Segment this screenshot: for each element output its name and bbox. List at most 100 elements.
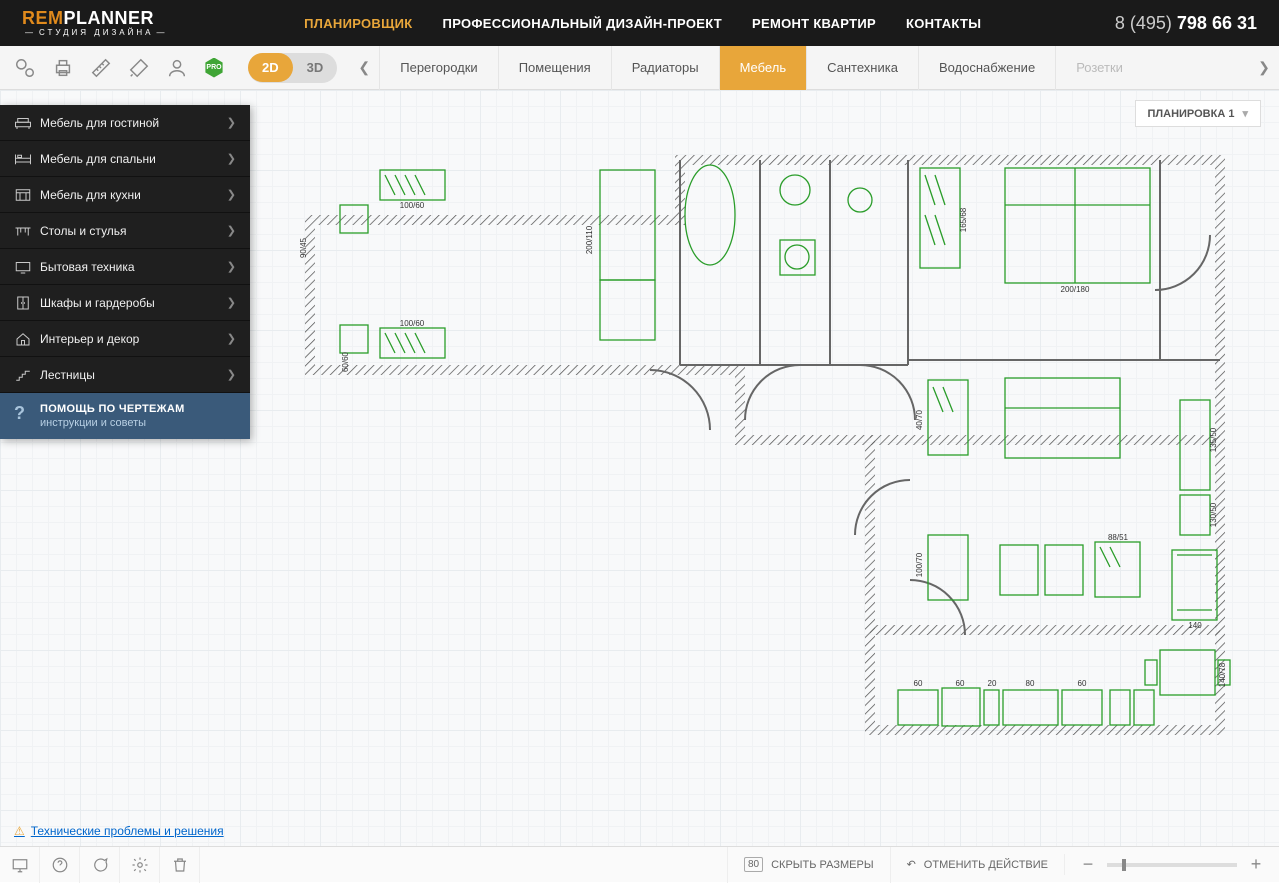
sidebar-item-bedroom[interactable]: Мебель для спальни ❯ (0, 141, 250, 177)
undo-label: ОТМЕНИТЬ ДЕЙСТВИЕ (924, 859, 1048, 871)
svg-text:40/70: 40/70 (915, 409, 924, 430)
nav-renovation[interactable]: РЕМОНТ КВАРТИР (752, 16, 876, 31)
chevron-right-icon: ❯ (227, 368, 236, 381)
help-subtitle: инструкции и советы (40, 417, 185, 429)
chat-icon[interactable] (80, 847, 120, 883)
main-nav: ПЛАНИРОВЩИК ПРОФЕССИОНАЛЬНЫЙ ДИЗАЙН-ПРОЕ… (304, 16, 981, 31)
sidebar-item-stairs[interactable]: Лестницы ❯ (0, 357, 250, 393)
toggle-dimensions-button[interactable]: 80 СКРЫТЬ РАЗМЕРЫ (727, 847, 890, 883)
bed-icon (14, 151, 40, 167)
chevron-right-icon: ❯ (227, 224, 236, 237)
logo-subtitle: СТУДИЯ ДИЗАЙНА (22, 29, 171, 37)
wardrobe-icon (14, 295, 40, 311)
sofa-icon (14, 115, 40, 131)
sidebar-item-living-room[interactable]: Мебель для гостиной ❯ (0, 105, 250, 141)
toolbar: PRO 2D 3D ❮ Перегородки Помещения Радиат… (0, 46, 1279, 90)
tab-rooms[interactable]: Помещения (498, 46, 611, 90)
person-icon[interactable] (166, 57, 188, 79)
undo-icon: ↶ (907, 858, 916, 871)
tabs-scroll-left-icon[interactable]: ❮ (349, 46, 379, 90)
view-toggle: 2D 3D (248, 53, 337, 83)
question-icon: ? (14, 403, 40, 424)
svg-text:140: 140 (1188, 621, 1202, 630)
issues-link-label: Технические проблемы и решения (31, 824, 224, 838)
sidebar-item-label: Мебель для спальни (40, 152, 156, 166)
sidebar-item-tables[interactable]: Столы и стулья ❯ (0, 213, 250, 249)
logo[interactable]: REMPLANNER СТУДИЯ ДИЗАЙНА (22, 9, 171, 37)
house-icon (14, 331, 40, 347)
svg-text:20: 20 (988, 679, 997, 688)
furniture-categories-panel: Мебель для гостиной ❯ Мебель для спальни… (0, 105, 250, 439)
svg-text:80: 80 (1026, 679, 1035, 688)
sidebar-item-label: Интерьер и декор (40, 332, 139, 346)
zoom-control: − + (1064, 854, 1279, 875)
sidebar-item-label: Мебель для гостиной (40, 116, 159, 130)
settings-icon[interactable] (14, 57, 36, 79)
kitchen-icon (14, 187, 40, 203)
chevron-right-icon: ❯ (227, 152, 236, 165)
help-title: ПОМОЩЬ ПО ЧЕРТЕЖАМ (40, 403, 185, 415)
gear-icon[interactable] (120, 847, 160, 883)
sidebar-item-wardrobes[interactable]: Шкафы и гардеробы ❯ (0, 285, 250, 321)
tools-icon[interactable] (128, 57, 150, 79)
tab-furniture[interactable]: Мебель (719, 46, 807, 90)
help-icon[interactable] (40, 847, 80, 883)
sidebar-item-label: Мебель для кухни (40, 188, 141, 202)
chevron-right-icon: ❯ (227, 116, 236, 129)
zoom-slider[interactable] (1107, 863, 1237, 867)
stairs-icon (14, 367, 40, 383)
nav-planner[interactable]: ПЛАНИРОВЩИК (304, 16, 412, 31)
svg-text:60/60: 60/60 (341, 351, 350, 372)
tab-radiators[interactable]: Радиаторы (611, 46, 719, 90)
pro-badge[interactable]: PRO (204, 58, 224, 78)
svg-text:165/68: 165/68 (959, 207, 968, 232)
sidebar-item-label: Столы и стулья (40, 224, 127, 238)
sidebar-item-appliances[interactable]: Бытовая техника ❯ (0, 249, 250, 285)
sidebar-item-label: Бытовая техника (40, 260, 135, 274)
nav-contacts[interactable]: КОНТАКТЫ (906, 16, 981, 31)
ruler-icon[interactable] (90, 57, 112, 79)
tab-plumbing[interactable]: Сантехника (806, 46, 918, 90)
print-icon[interactable] (52, 57, 74, 79)
plan-selector-label: ПЛАНИРОВКА 1 (1148, 108, 1235, 120)
technical-issues-link[interactable]: ⚠ Технические проблемы и решения (14, 824, 224, 838)
chevron-right-icon: ❯ (227, 188, 236, 201)
tab-walls[interactable]: Перегородки (379, 46, 497, 90)
nav-design-project[interactable]: ПРОФЕССИОНАЛЬНЫЙ ДИЗАЙН-ПРОЕКТ (443, 16, 722, 31)
tool-icons: PRO (0, 57, 238, 79)
tab-water-supply[interactable]: Водоснабжение (918, 46, 1055, 90)
svg-text:200/180: 200/180 (1061, 285, 1090, 294)
zoom-out-button[interactable]: − (1079, 854, 1097, 875)
svg-text:88/51: 88/51 (1108, 533, 1129, 542)
tab-sockets[interactable]: Розетки (1055, 46, 1143, 90)
svg-text:90/45: 90/45 (300, 237, 308, 258)
svg-text:60: 60 (1078, 679, 1087, 688)
zoom-in-button[interactable]: + (1247, 854, 1265, 875)
logo-text: REMPLANNER (22, 9, 171, 27)
svg-text:200/110: 200/110 (585, 225, 594, 254)
chevron-right-icon: ❯ (227, 296, 236, 309)
svg-text:60: 60 (956, 679, 965, 688)
svg-text:100/60: 100/60 (400, 201, 425, 210)
chevron-right-icon: ❯ (227, 260, 236, 273)
floorplan-drawing[interactable]: 100/60 100/60 200/110 90/45 60/60 165/68… (300, 150, 1250, 790)
table-icon (14, 223, 40, 239)
sidebar-item-label: Шкафы и гардеробы (40, 296, 155, 310)
tabs-scroll-right-icon[interactable]: ❯ (1249, 46, 1279, 90)
plan-selector[interactable]: ПЛАНИРОВКА 1 ▾ (1135, 100, 1261, 127)
toggle-dimensions-label: СКРЫТЬ РАЗМЕРЫ (771, 859, 873, 871)
screen-icon[interactable] (0, 847, 40, 883)
view-3d[interactable]: 3D (293, 53, 338, 82)
sidebar-help[interactable]: ? ПОМОЩЬ ПО ЧЕРТЕЖАМ инструкции и советы (0, 393, 250, 439)
svg-text:140/78: 140/78 (1218, 662, 1227, 687)
view-2d[interactable]: 2D (248, 53, 293, 82)
sidebar-item-kitchen[interactable]: Мебель для кухни ❯ (0, 177, 250, 213)
tv-icon (14, 259, 40, 275)
svg-text:135/50: 135/50 (1209, 427, 1218, 452)
canvas[interactable]: ПЛАНИРОВКА 1 ▾ Мебель для гостиной ❯ Меб… (0, 90, 1279, 846)
top-nav: REMPLANNER СТУДИЯ ДИЗАЙНА ПЛАНИРОВЩИК ПР… (0, 0, 1279, 46)
trash-icon[interactable] (160, 847, 200, 883)
chevron-down-icon: ▾ (1242, 107, 1248, 120)
sidebar-item-decor[interactable]: Интерьер и декор ❯ (0, 321, 250, 357)
undo-button[interactable]: ↶ ОТМЕНИТЬ ДЕЙСТВИЕ (890, 847, 1064, 883)
